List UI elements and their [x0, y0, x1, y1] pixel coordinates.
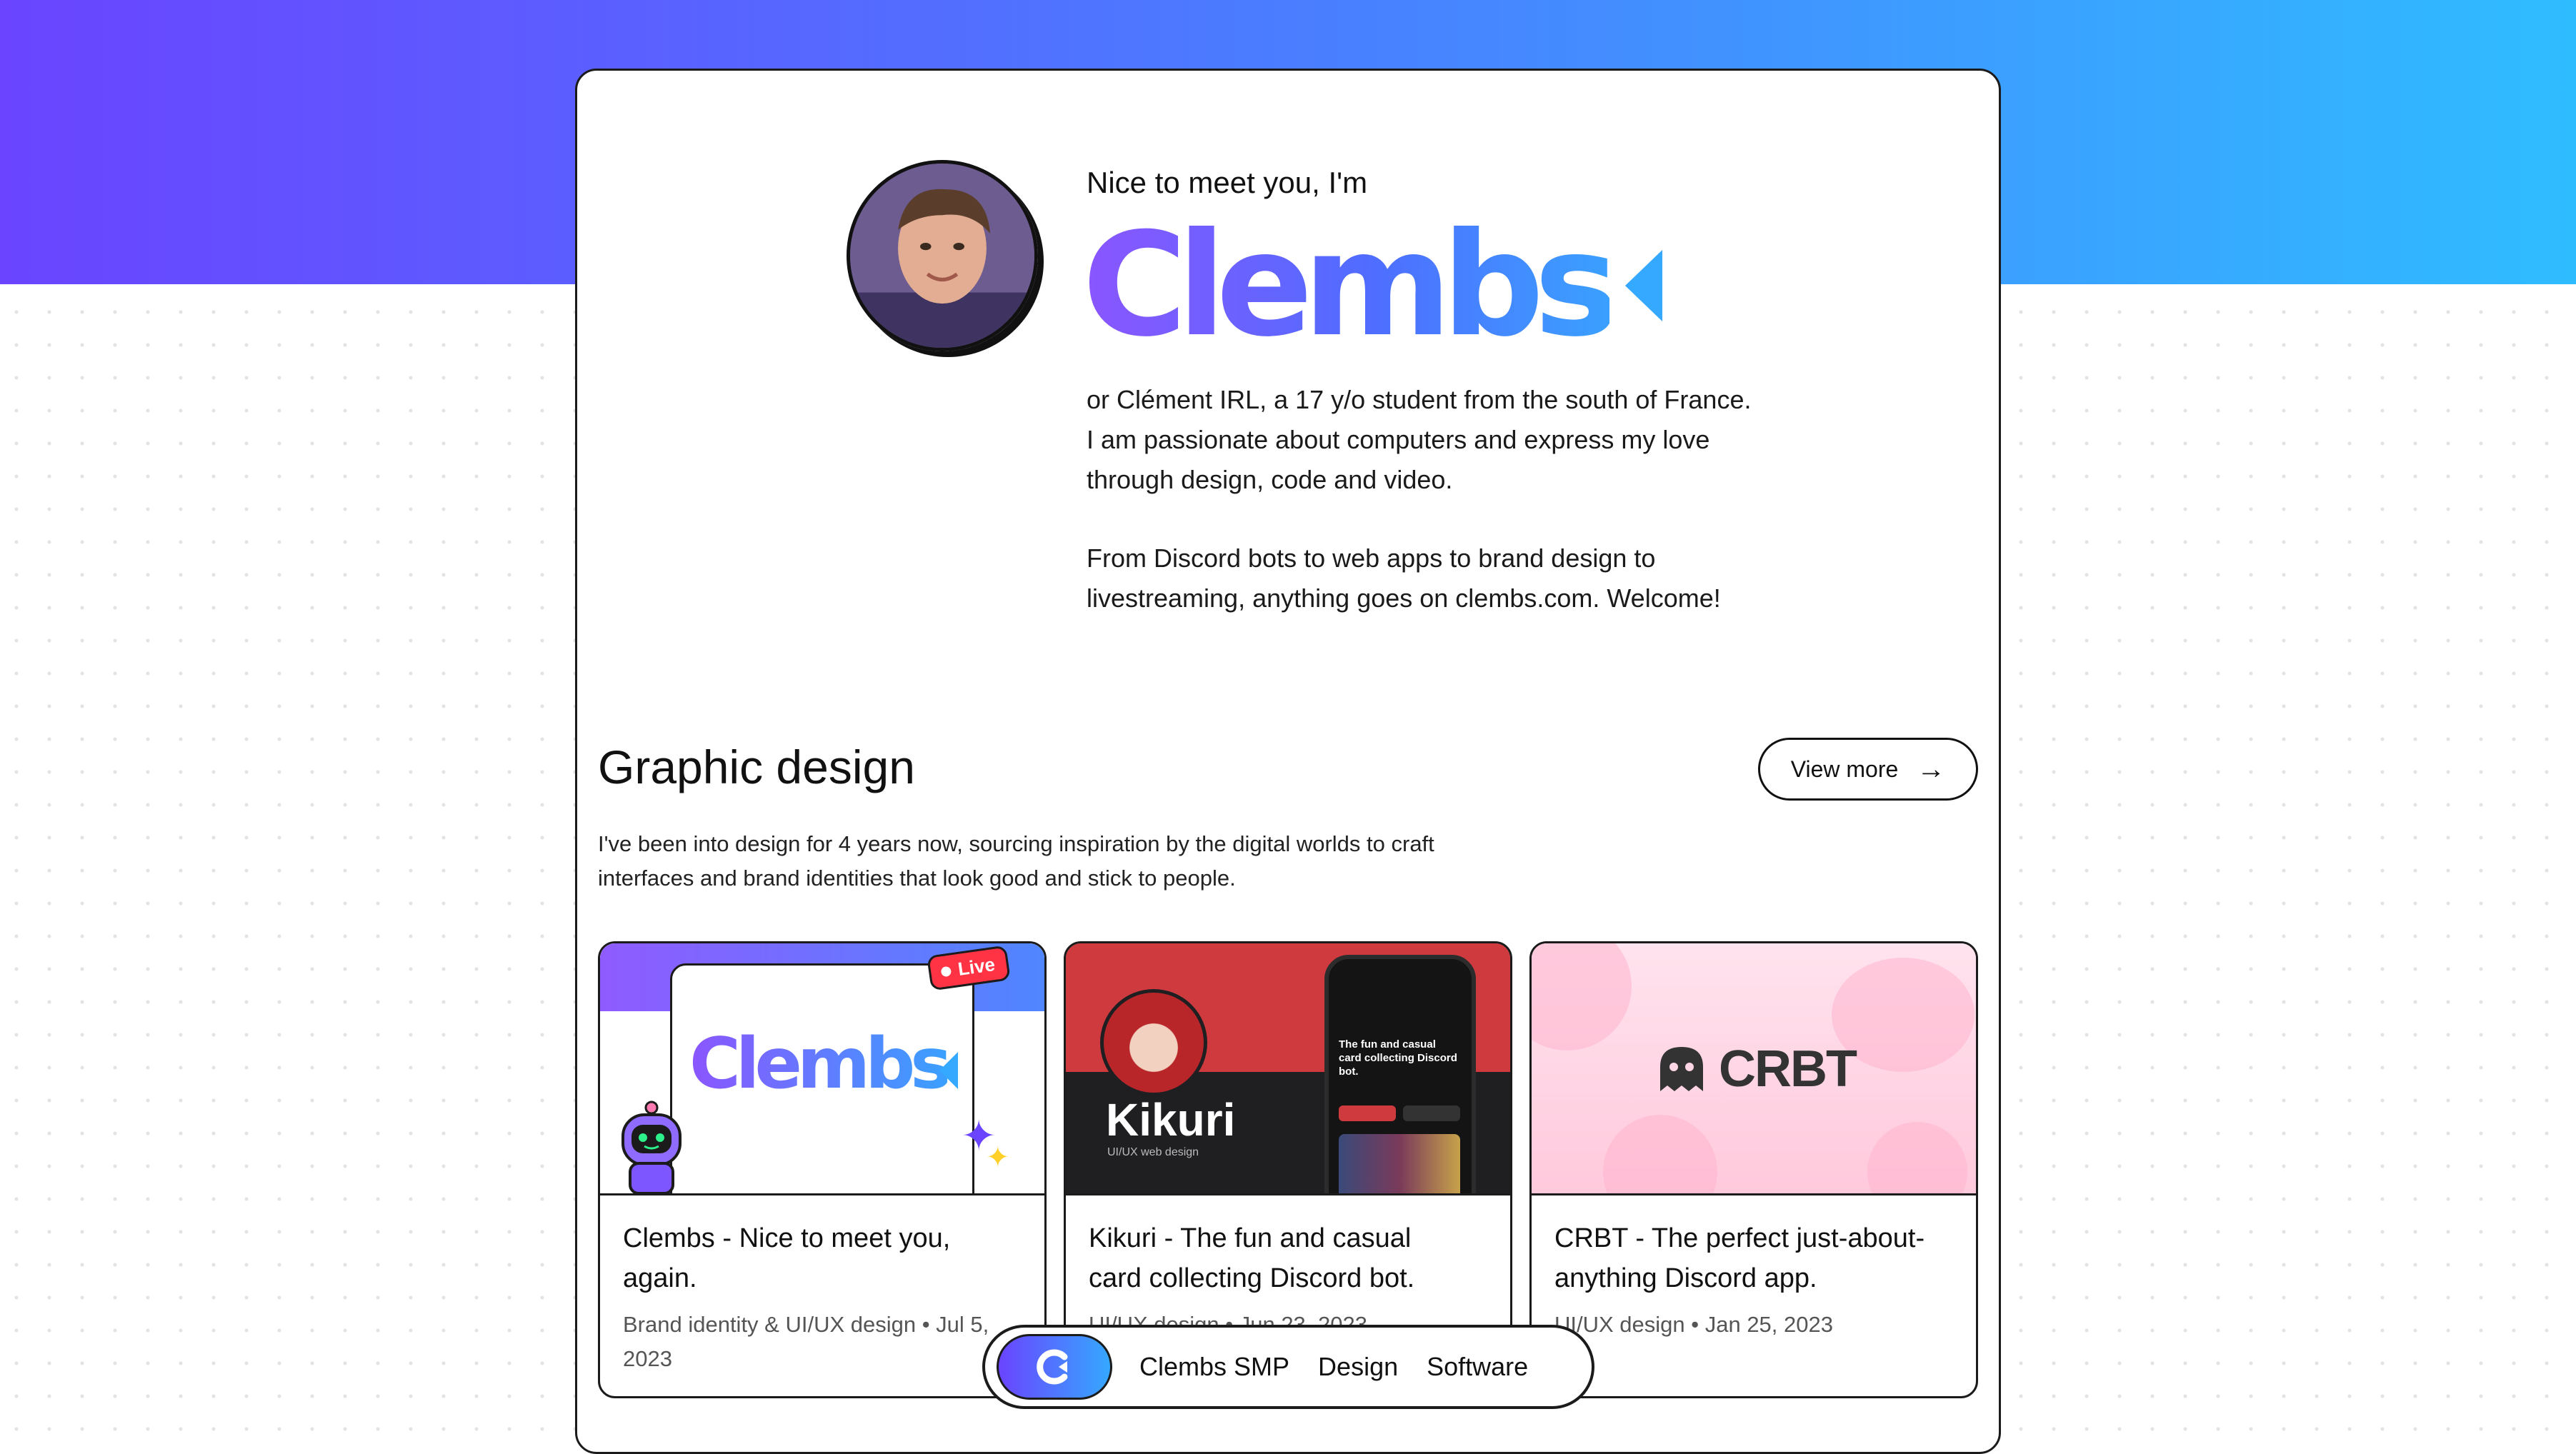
project-title: CRBT - The perfect just-about-anything D…: [1554, 1223, 1925, 1293]
phone-mockup-button: [1403, 1105, 1460, 1121]
greeting-text: Nice to meet you, I'm: [1087, 166, 1368, 199]
clembs-c-logo-icon: [1037, 1349, 1068, 1385]
decorative-blob: [1867, 1122, 1967, 1193]
project-card-crbt[interactable]: CRBT CRBT - The perfect just-about-anyth…: [1529, 941, 1978, 1398]
clembs-logo: Clembs: [1082, 214, 1662, 357]
profile-avatar: [847, 160, 1038, 351]
project-thumbnail: Kikuri UI/UX web design The fun and casu…: [1066, 943, 1510, 1195]
thumbnail-subtitle: UI/UX web design: [1107, 1146, 1199, 1158]
thumbnail-name: Kikuri: [1106, 1094, 1236, 1145]
live-badge-label: Live: [956, 953, 997, 980]
project-thumbnail: Clembs Live ✦ ✦: [600, 943, 1044, 1195]
crbt-ghost-icon: [1660, 1047, 1703, 1091]
nav-item-clembs-smp[interactable]: Clembs SMP: [1139, 1352, 1289, 1382]
crbt-logo-wordmark: CRBT: [1719, 1041, 1857, 1098]
sparkle-icon: ✦: [986, 1142, 1010, 1173]
phone-mockup-image: [1339, 1134, 1460, 1193]
robot-mascot-icon: [621, 1100, 682, 1193]
home-logo-button[interactable]: [997, 1334, 1112, 1400]
decorative-blob: [1603, 1115, 1717, 1193]
phone-mockup: The fun and casual card collecting Disco…: [1324, 955, 1476, 1193]
project-meta: Brand identity & UI/UX design • Jul 5, 2…: [623, 1312, 989, 1371]
bio-paragraph: From Discord bots to web apps to brand d…: [1087, 543, 1721, 613]
play-triangle-icon: [939, 1052, 958, 1089]
phone-mockup-text: The fun and casual card collecting Disco…: [1339, 1038, 1457, 1078]
bio-paragraph: or Clément IRL, a 17 y/o student from th…: [1087, 385, 1752, 494]
live-dot-icon: [940, 966, 952, 977]
play-triangle-icon: [1624, 250, 1662, 321]
project-title: Clembs - Nice to meet you, again.: [623, 1223, 951, 1293]
view-more-button[interactable]: View more →: [1758, 738, 1978, 801]
project-card-clembs[interactable]: Clembs Live ✦ ✦ Clembs - Nice to meet yo…: [598, 941, 1047, 1398]
nav-item-design[interactable]: Design: [1318, 1352, 1398, 1382]
nav-item-software[interactable]: Software: [1427, 1352, 1528, 1382]
decorative-blob: [1532, 943, 1632, 1051]
section-title-graphic-design: Graphic design: [598, 741, 915, 793]
thumbnail-logo-wordmark: Clembs: [689, 1023, 952, 1105]
section-description: I've been into design for 4 years now, s…: [598, 831, 1434, 891]
arrow-right-icon: →: [1917, 753, 1946, 785]
clembs-logo-wordmark: Clembs: [1082, 202, 1619, 368]
phone-mockup-button: [1339, 1105, 1396, 1121]
project-title: Kikuri - The fun and casual card collect…: [1089, 1223, 1415, 1293]
project-thumbnail: CRBT: [1532, 943, 1976, 1195]
profile-photo-image: [850, 164, 1034, 348]
bio-text: or Clément IRL, a 17 y/o student from th…: [1087, 380, 1758, 657]
bottom-nav-bar: Clembs SMP Design Software: [982, 1325, 1594, 1409]
kikuri-avatar: [1100, 989, 1207, 1096]
view-more-label: View more: [1790, 756, 1899, 782]
crbt-logo: CRBT: [1654, 1040, 1857, 1098]
project-meta: UI/UX design • Jan 25, 2023: [1554, 1312, 1833, 1337]
